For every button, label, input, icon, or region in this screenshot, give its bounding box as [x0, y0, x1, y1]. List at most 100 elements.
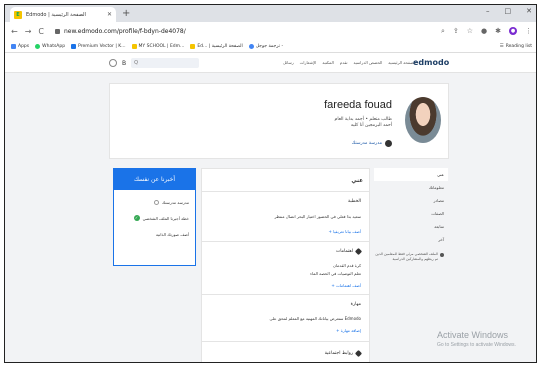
nav-progress[interactable]: تقدم — [340, 60, 348, 65]
new-tab-button[interactable]: + — [122, 8, 130, 20]
privacy-note: الملف الشخصي مرئي فقط للمعلمين الذين تم … — [374, 252, 448, 262]
check-icon: ✓ — [133, 215, 140, 221]
navbar-links: رسائل الإشعارات المكتبة تقدم الحصص الدرا… — [283, 60, 416, 65]
social-links-title: روابط اجتماعية — [324, 351, 353, 356]
add-interests-link[interactable]: + أضف اهتمامات — [331, 283, 361, 288]
school-label: مدرسة مدرستك — [351, 141, 382, 146]
nav-classes[interactable]: الحصص الدراسية — [354, 60, 383, 65]
maximize-button[interactable]: □ — [505, 7, 512, 15]
about-item-school[interactable]: مدرسة مدرستك — [114, 194, 195, 210]
watermark-title: Activate Windows — [437, 330, 509, 340]
about-content-card: عني الخطبة سعيد بذا فعلي في الحضور اختيا… — [201, 168, 370, 362]
person-icon — [153, 199, 159, 205]
zoom-icon[interactable]: ⌕ — [441, 27, 445, 36]
interest-item: كرة قدم القدمان — [333, 263, 361, 268]
about-item-profile[interactable]: ✓ خطة أجبرنا الملف الشخصي — [114, 210, 195, 226]
reading-list-label: Reading list — [505, 43, 532, 49]
url-text: new.edmodo.com/profile/f-bdyn-de4078/ — [64, 27, 186, 35]
bookmark-label: WhatsApp — [42, 43, 66, 49]
profile-avatar[interactable] — [405, 97, 441, 143]
skills-text: ستعرض بياناتك المهنية مع المعلم لمحق على… — [269, 316, 361, 321]
profile-avatar-icon[interactable]: ● — [509, 27, 517, 35]
reload-button[interactable]: C — [38, 27, 44, 36]
address-bar-row: ← → C new.edmodo.com/profile/f-bdyn-de40… — [5, 22, 536, 40]
freepik-icon — [71, 43, 77, 49]
edit-pencil-icon[interactable] — [354, 247, 363, 256]
search-icon: Q — [134, 60, 139, 66]
profile-school-link[interactable]: مدرسة مدرستك — [352, 140, 392, 147]
edmodo-favicon-icon: E — [14, 10, 22, 19]
star-icon[interactable]: ☆ — [467, 27, 473, 35]
share-icon[interactable]: ⇪ — [453, 27, 459, 35]
about-title: عني — [351, 178, 363, 184]
side-item-resources[interactable]: مصادر — [374, 194, 448, 207]
forward-button[interactable]: → — [25, 27, 32, 36]
edmodo-icon — [131, 43, 137, 49]
puzzle-icon[interactable]: ✱ — [495, 27, 501, 35]
info-icon — [440, 253, 444, 257]
nav-home[interactable]: الصفحة الرئيسية — [388, 60, 416, 65]
bookmark-label: MY SCHOOL | Edm... — [138, 43, 185, 49]
school-icon — [385, 140, 392, 147]
reading-list[interactable]: ☰ Reading list — [500, 44, 532, 49]
bookmark-my-school[interactable]: MY SCHOOL | Edm... — [131, 43, 185, 49]
tab-close-icon[interactable]: ✕ — [107, 11, 112, 18]
bookmark-premium-vector[interactable]: Premium Vector | K... — [71, 43, 126, 49]
tab-strip: E Edmodo | الصفحة الرئيسية ✕ + – □ ✕ — [5, 5, 536, 22]
browser-tab[interactable]: E Edmodo | الصفحة الرئيسية ✕ — [10, 7, 116, 22]
window-controls: – □ ✕ — [486, 7, 532, 15]
interests-header: اهتمامات — [336, 247, 363, 256]
url-field[interactable]: new.edmodo.com/profile/f-bdyn-de4078/ — [55, 28, 434, 35]
side-item-info[interactable]: معلوماتك — [374, 181, 448, 194]
nav-notifications[interactable]: الإشعارات — [300, 60, 317, 65]
edmodo-icon — [190, 43, 196, 49]
divider — [202, 241, 369, 242]
close-window-button[interactable]: ✕ — [526, 7, 532, 15]
bookmark-edmodo-home[interactable]: Ed... | الصفحة الرئيسية — [190, 43, 243, 49]
profile-name: fareeda fouad — [324, 99, 392, 111]
bookmarks-bar: Apps WhatsApp Premium Vector | K... MY S… — [5, 40, 536, 53]
skills-title: مهارة — [350, 302, 361, 307]
google-icon — [248, 43, 254, 49]
lock-icon — [55, 28, 60, 34]
about-item-photo[interactable]: أضف صورتك الذاتية — [114, 226, 195, 242]
side-item-following[interactable]: متابعة — [374, 220, 448, 233]
search-input[interactable]: Q — [131, 58, 200, 68]
apps-grid-icon — [11, 43, 16, 49]
bookmark-whatsapp[interactable]: WhatsApp — [35, 43, 66, 49]
edit-pencil-icon[interactable] — [354, 349, 363, 358]
user-menu-icon[interactable] — [109, 59, 117, 67]
bio-section-title: الخطبة — [348, 199, 361, 204]
divider — [202, 191, 369, 192]
bookmark-google-translate[interactable]: ترجمة جوجل - — [248, 43, 283, 49]
bell-icon[interactable]: B — [122, 60, 126, 67]
whatsapp-icon — [35, 43, 41, 49]
interest-item: تعلم التوصيات في الحصة الماء — [310, 271, 361, 276]
nav-messages[interactable]: رسائل — [283, 60, 294, 65]
minimize-button[interactable]: – — [486, 7, 490, 15]
privacy-note-text: الملف الشخصي مرئي فقط للمعلمين الذين تم … — [375, 252, 438, 261]
about-item-label: خطة أجبرنا الملف الشخصي — [142, 215, 189, 221]
menu-icon[interactable]: ⋮ — [525, 27, 532, 35]
toolbar-icons: ⌕ ⇪ ☆ ● ✱ ● ⋮ — [441, 27, 532, 36]
profile-role-line: أحمد البرمجين أنا كليه — [350, 123, 392, 128]
back-button[interactable]: ← — [11, 27, 18, 36]
side-item-about[interactable]: عني — [374, 168, 448, 181]
divider — [202, 294, 369, 295]
add-skill-link[interactable]: + إضافة مهارة — [336, 328, 361, 333]
bookmark-apps[interactable]: Apps — [11, 43, 29, 49]
extension-icon[interactable]: ● — [481, 27, 487, 35]
profile-role: طالب متعلم • أجمد بداية العام أحمد البرم… — [335, 117, 392, 129]
profile-side-nav: عني معلوماتك مصادر الصفات متابعة آخر الم… — [374, 168, 448, 288]
add-bio-link[interactable]: + أضف بيانا تعريفيا — [329, 229, 362, 234]
tab-title: Edmodo | الصفحة الرئيسية — [26, 11, 86, 18]
bookmark-label: Premium Vector | K... — [78, 43, 126, 49]
side-item-badges[interactable]: الصفات — [374, 207, 448, 220]
side-item-other[interactable]: آخر — [374, 233, 448, 246]
nav-library[interactable]: المكتبة — [322, 60, 333, 65]
edmodo-logo[interactable]: edmodo — [413, 58, 449, 67]
divider — [202, 341, 369, 342]
social-links-header: روابط اجتماعية — [324, 349, 363, 358]
watermark-subtitle: Go to Settings to activate Windows. — [437, 342, 516, 348]
profile-header-card: fareeda fouad طالب متعلم • أجمد بداية ال… — [109, 83, 449, 159]
